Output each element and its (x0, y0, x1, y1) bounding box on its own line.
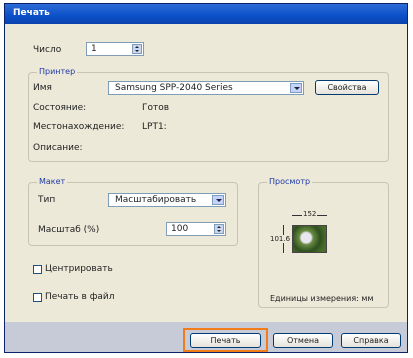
copies-spinner[interactable] (132, 44, 142, 54)
preview-image (292, 225, 327, 253)
width-dimension: 152 (302, 210, 318, 218)
type-select[interactable]: Масштабировать (108, 193, 226, 207)
layout-group-title: Макет (37, 177, 68, 186)
chevron-down-icon[interactable] (290, 83, 302, 93)
copies-label: Число (33, 45, 62, 55)
copies-input[interactable]: 1 (86, 42, 144, 56)
print-to-file-checkbox[interactable] (33, 293, 42, 302)
type-label: Тип (38, 195, 56, 205)
type-value: Масштабировать (115, 195, 197, 205)
center-checkbox[interactable] (33, 265, 42, 274)
scale-spinner[interactable] (214, 224, 224, 234)
chevron-down-icon[interactable] (212, 195, 224, 205)
scale-label: Масштаб (%) (38, 225, 100, 235)
print-button-highlight (183, 328, 268, 352)
copies-value: 1 (91, 44, 97, 54)
scale-value: 100 (171, 224, 189, 234)
comment-label: Описание: (33, 143, 83, 153)
layout-group: Макет (28, 177, 238, 246)
printer-group-title: Принтер (37, 67, 78, 76)
height-dimension: 101.6 (270, 235, 291, 243)
location-label: Местонахождение: (33, 122, 125, 132)
printer-name-label: Имя (33, 83, 52, 93)
title-bar[interactable]: Печать (5, 4, 407, 24)
help-button[interactable]: Справка (341, 333, 401, 348)
scale-input[interactable]: 100 (166, 222, 226, 236)
status-label: Состояние: (33, 103, 87, 113)
printer-name-select[interactable]: Samsung SPP-2040 Series (108, 81, 304, 95)
units-label: Единицы измерения: мм (270, 294, 374, 303)
location-value: LPT1: (142, 122, 167, 132)
window-title: Печать (13, 8, 50, 18)
center-label: Центрировать (45, 264, 113, 274)
status-value: Готов (142, 103, 170, 113)
properties-button[interactable]: Свойства (315, 80, 379, 95)
print-to-file-label: Печать в файл (45, 292, 115, 302)
cancel-button[interactable]: Отмена (273, 333, 333, 348)
printer-name-value: Samsung SPP-2040 Series (115, 83, 233, 93)
preview-group-title: Просмотр (267, 177, 313, 186)
